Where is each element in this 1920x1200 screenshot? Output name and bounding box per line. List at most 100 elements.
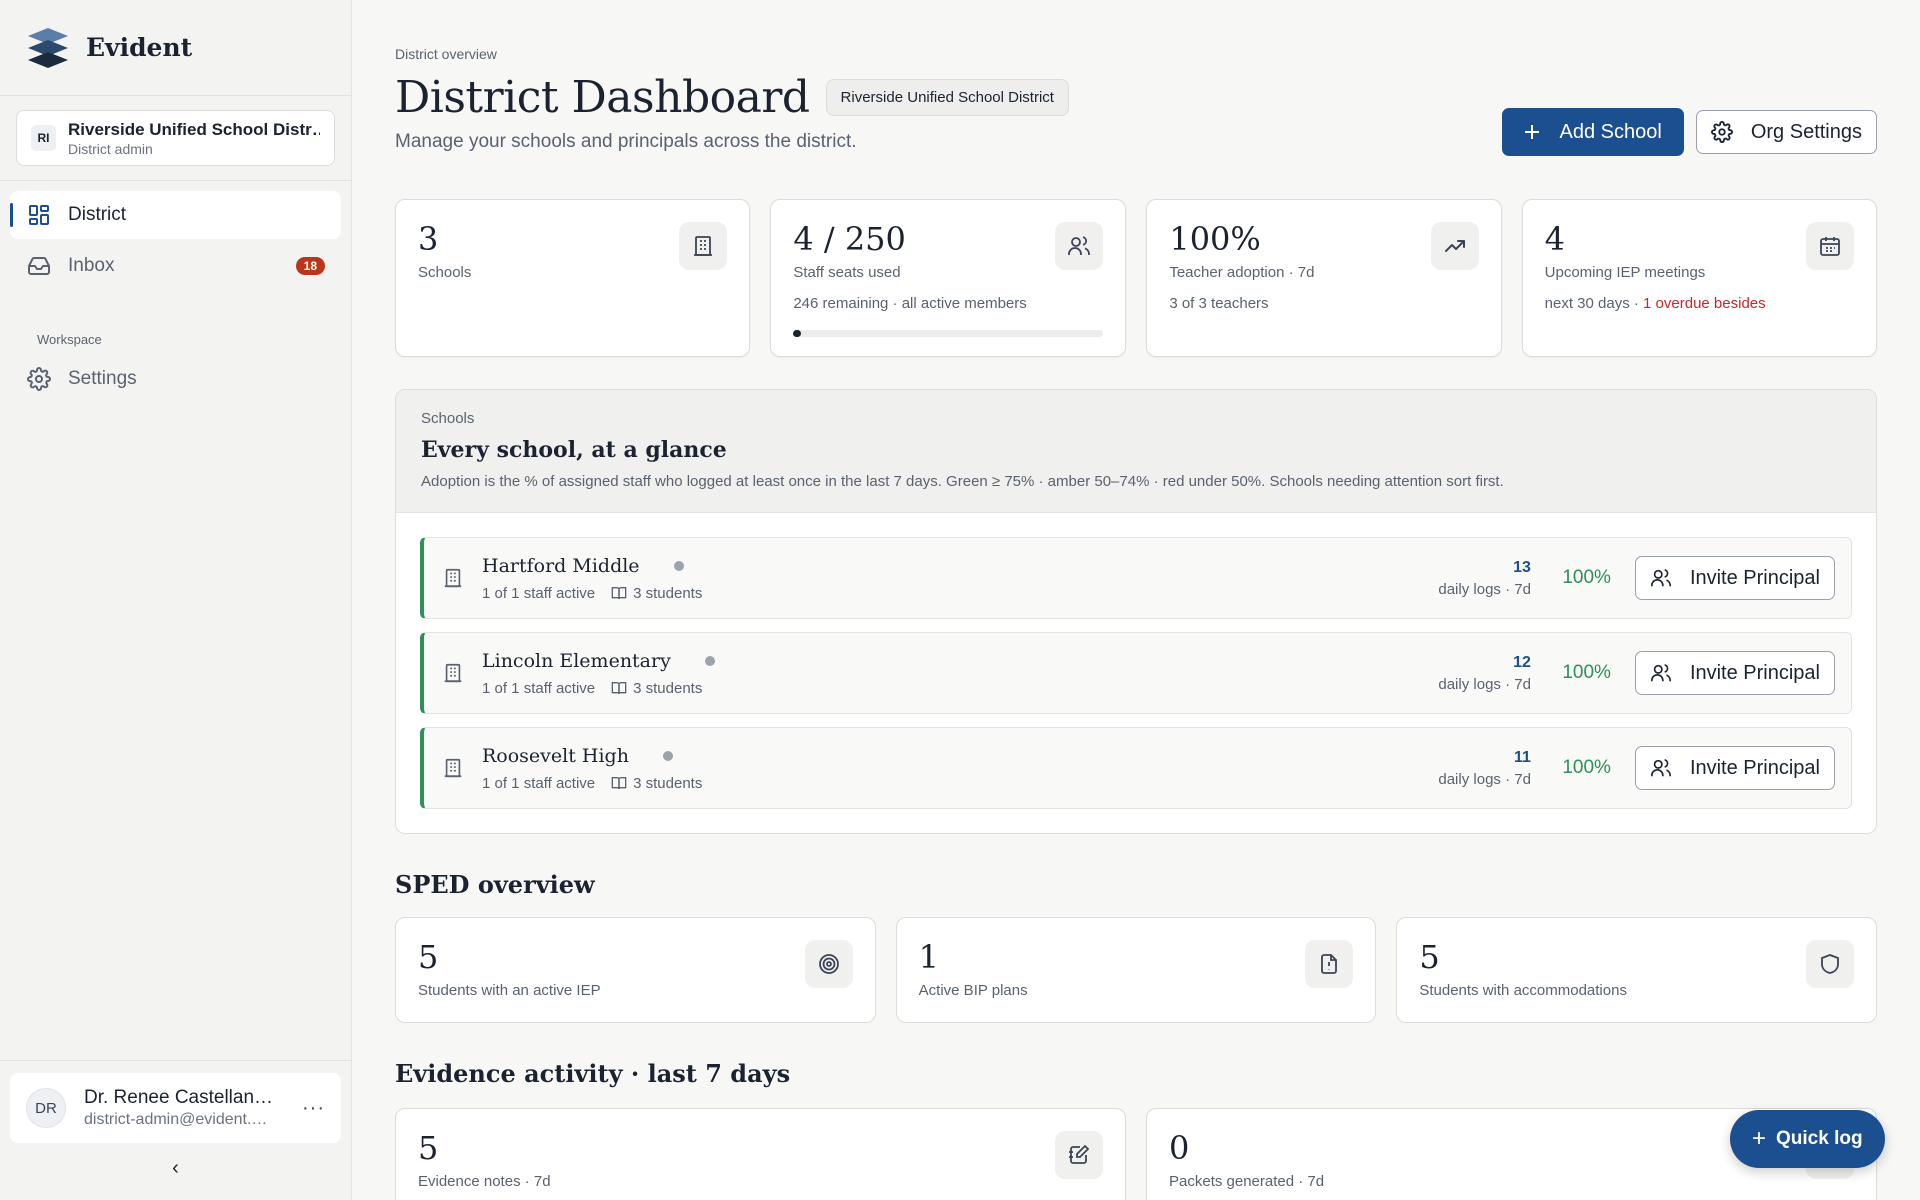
- daily-logs-count: 11: [1514, 748, 1531, 766]
- user-name: Dr. Renee Castellanos: [84, 1087, 274, 1108]
- daily-logs-count: 13: [1513, 558, 1531, 576]
- overdue-alert[interactable]: 1 overdue besides: [1643, 295, 1766, 312]
- daily-logs-count: 12: [1513, 653, 1531, 671]
- quick-log-label: Quick log: [1776, 1128, 1863, 1149]
- daily-logs-label: daily logs · 7d: [1438, 675, 1531, 693]
- page-title: District Dashboard: [395, 72, 810, 123]
- trending-up-icon: [1430, 222, 1479, 270]
- org-settings-label: Org Settings: [1750, 120, 1862, 143]
- invite-principal-button[interactable]: Invite Principal: [1634, 556, 1835, 600]
- stat-value: 5: [1419, 938, 1440, 976]
- invite-principal-button[interactable]: Invite Principal: [1634, 746, 1835, 790]
- staff-active: 1 of 1 staff active: [482, 774, 596, 792]
- school-name: Lincoln Elementary: [482, 649, 671, 672]
- sidebar-item-district[interactable]: District: [10, 191, 341, 239]
- sidebar-item-inbox[interactable]: Inbox 18: [10, 242, 341, 290]
- stat-label: Packets generated · 7d: [1169, 1173, 1325, 1190]
- user-menu[interactable]: DR Dr. Renee Castellanos district-admin@…: [10, 1073, 341, 1143]
- org-name: Riverside Unified School District: [68, 119, 320, 139]
- sidebar-item-label: District: [68, 204, 127, 225]
- daily-logs-label: daily logs · 7d: [1438, 770, 1531, 788]
- stat-value: 5: [418, 1129, 439, 1167]
- status-dot: [704, 655, 715, 666]
- seat-usage-progress: [793, 330, 1104, 337]
- building-icon: [442, 662, 466, 684]
- edit-note-icon: [1055, 1131, 1103, 1179]
- daily-logs-label: daily logs · 7d: [1438, 580, 1531, 598]
- stat-label: Students with an active IEP: [418, 982, 601, 999]
- users-icon: [1650, 567, 1672, 589]
- target-icon: [804, 940, 853, 988]
- main-content: District overview District Dashboard Riv…: [395, 0, 1878, 1200]
- adoption-rate: 100%: [1562, 757, 1611, 778]
- collapse-sidebar-icon[interactable]: ‹: [10, 1157, 341, 1180]
- status-dot: [662, 750, 673, 761]
- evidence-card-notes: 5 Evidence notes · 7d: [395, 1108, 1126, 1200]
- stat-label: Teacher adoption · 7d: [1169, 264, 1315, 281]
- sped-cards: 5 Students with an active IEP 1 Active B…: [395, 917, 1878, 1023]
- district-pill: Riverside Unified School District: [825, 79, 1069, 116]
- student-count: 3 students: [633, 679, 703, 697]
- calendar-icon: [1805, 222, 1854, 270]
- invite-principal-button[interactable]: Invite Principal: [1634, 651, 1835, 695]
- org-switcher[interactable]: RI Riverside Unified School District Dis…: [16, 110, 335, 166]
- school-row[interactable]: Roosevelt High 1 of 1 staff active 3 stud…: [420, 727, 1852, 809]
- student-count: 3 students: [633, 774, 703, 792]
- stat-value: 1: [918, 938, 940, 976]
- users-icon: [1650, 757, 1672, 779]
- stat-value: 5: [418, 938, 439, 976]
- schools-description: Adoption is the % of assigned staff who …: [421, 473, 1504, 490]
- avatar: DR: [26, 1088, 66, 1128]
- stat-card-iep-meetings: 4 Upcoming IEP meetings next 30 days · 1…: [1521, 199, 1877, 357]
- book-icon: [611, 680, 627, 696]
- add-school-label: Add School: [1559, 120, 1662, 143]
- stat-sub: next 30 days · 1 overdue besides: [1545, 295, 1854, 312]
- evidence-activity-title: Evidence activity · last 7 days: [395, 1059, 791, 1088]
- stat-cards: 3 Schools 4 / 250 Staff seats used 246 r…: [395, 199, 1877, 357]
- stat-card-schools: 3 Schools: [395, 199, 751, 357]
- adoption-rate: 100%: [1562, 662, 1611, 683]
- inbox-count-badge: 18: [295, 257, 325, 275]
- inbox-icon: [26, 253, 52, 279]
- brand[interactable]: Evident: [0, 0, 351, 96]
- adoption-rate: 100%: [1562, 567, 1611, 588]
- grid-icon: [26, 202, 52, 228]
- sped-overview-title: SPED overview: [395, 870, 595, 899]
- users-icon: [1055, 222, 1104, 270]
- schools-title: Every school, at a glance: [421, 437, 727, 463]
- org-role: District admin: [68, 140, 153, 157]
- sped-card-bip-plans: 1 Active BIP plans: [895, 917, 1377, 1023]
- add-school-button[interactable]: Add School: [1501, 108, 1684, 156]
- shield-icon: [1806, 940, 1855, 988]
- schools-panel: Schools Every school, at a glance Adopti…: [395, 389, 1877, 834]
- sped-card-accommodations: 5 Students with accommodations: [1396, 917, 1878, 1023]
- school-row[interactable]: Lincoln Elementary 1 of 1 staff active 3 …: [420, 632, 1852, 714]
- staff-active: 1 of 1 staff active: [482, 679, 596, 697]
- student-count: 3 students: [633, 584, 703, 602]
- school-name: Roosevelt High: [482, 744, 629, 767]
- quick-log-button[interactable]: + Quick log: [1730, 1110, 1885, 1168]
- user-email: district-admin@evident.app: [84, 1111, 274, 1128]
- staff-active: 1 of 1 staff active: [482, 584, 596, 602]
- more-options-icon[interactable]: ···: [302, 1097, 325, 1120]
- school-row[interactable]: Hartford Middle 1 of 1 staff active 3 stu…: [420, 537, 1852, 619]
- breadcrumb: District overview: [395, 46, 497, 62]
- alert-file-icon: [1305, 940, 1354, 988]
- building-icon: [442, 757, 466, 779]
- building-icon: [442, 567, 466, 589]
- sidebar-item-settings[interactable]: Settings: [10, 355, 341, 403]
- sidebar-item-label: Inbox: [68, 255, 115, 276]
- sidebar-nav: District Inbox 18 Workspace Settings: [0, 181, 351, 403]
- book-icon: [611, 585, 627, 601]
- gear-icon: [26, 366, 52, 392]
- invite-principal-label: Invite Principal: [1689, 756, 1820, 779]
- org-initials: RI: [31, 125, 56, 151]
- workspace-section-label: Workspace: [37, 332, 102, 347]
- book-icon: [611, 775, 627, 791]
- stat-label: Active BIP plans: [918, 982, 1028, 999]
- stat-sub-text: next 30 days ·: [1544, 295, 1644, 312]
- sidebar-item-label: Settings: [68, 368, 137, 389]
- org-settings-button[interactable]: Org Settings: [1695, 110, 1877, 154]
- users-icon: [1650, 662, 1672, 684]
- stat-card-staff-seats: 4 / 250 Staff seats used 246 remaining ·…: [770, 199, 1127, 357]
